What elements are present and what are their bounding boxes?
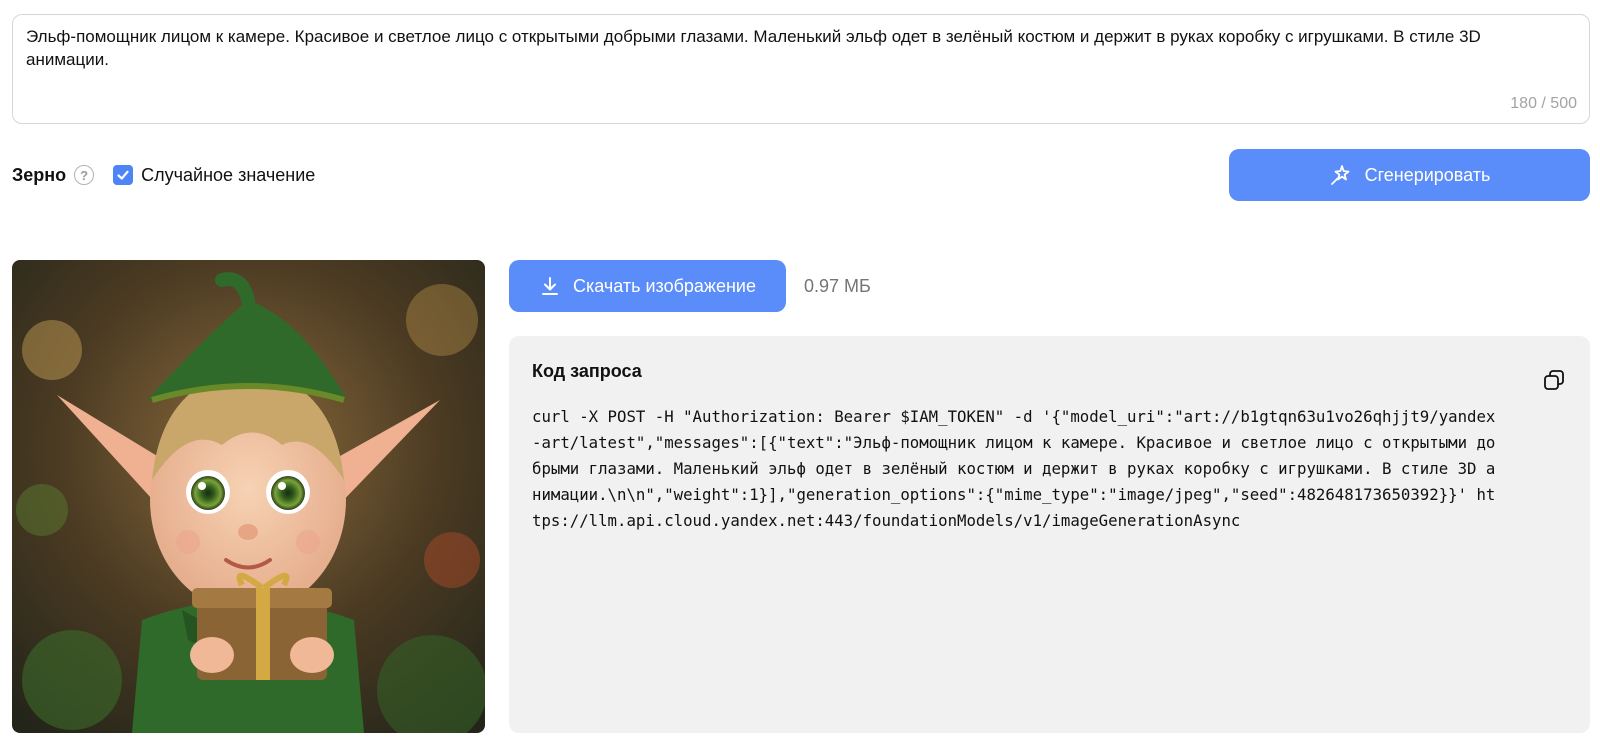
random-seed-checkbox[interactable] — [113, 165, 134, 185]
question-circle-icon[interactable]: ? — [74, 165, 95, 185]
checkmark-icon — [117, 170, 129, 180]
request-code-text[interactable]: curl -X POST -H "Authorization: Bearer $… — [532, 404, 1502, 534]
generated-image — [12, 260, 485, 733]
download-button-label: Скачать изображение — [572, 275, 756, 296]
generate-button[interactable]: Сгенерировать — [1229, 149, 1590, 201]
request-code-title: Код запроса — [532, 361, 642, 381]
generate-button-label: Сгенерировать — [1364, 164, 1491, 185]
file-size: 0.97 МБ — [804, 276, 871, 296]
prompt-text[interactable]: Эльф-помощник лицом к камере. Красивое и… — [26, 25, 1566, 71]
request-code-panel: Код запроса curl -X POST -H "Authorizati… — [509, 336, 1590, 733]
elf-illustration — [12, 260, 485, 733]
seed-label: Зерно — [12, 164, 67, 185]
prompt-textarea[interactable]: Эльф-помощник лицом к камере. Красивое и… — [12, 14, 1590, 124]
character-counter: 180 / 500 — [1510, 95, 1577, 112]
download-icon — [541, 277, 558, 295]
seed-row: Зерно ? Случайное значение — [12, 160, 315, 190]
download-image-button[interactable]: Скачать изображение — [509, 260, 786, 312]
magic-wand-sparkle-icon — [1330, 165, 1349, 185]
copy-icon[interactable] — [1542, 368, 1566, 392]
random-seed-label[interactable]: Случайное значение — [141, 165, 315, 186]
